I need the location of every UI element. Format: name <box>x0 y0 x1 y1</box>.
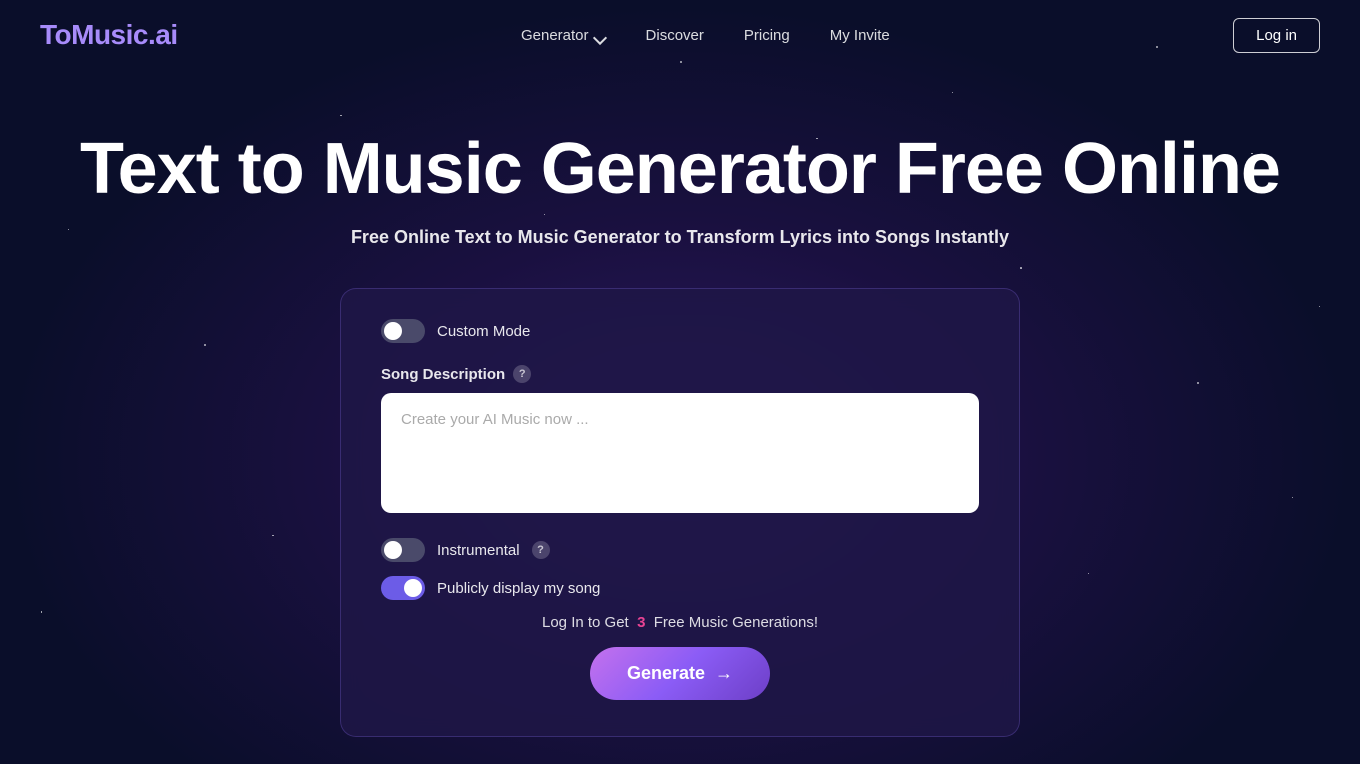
song-description-label-row: Song Description ? <box>381 365 979 383</box>
instrumental-label: Instrumental <box>437 542 520 559</box>
generator-card: Custom Mode Song Description ? Instrumen… <box>340 288 1020 737</box>
generate-button[interactable]: Generate → <box>590 647 770 700</box>
chevron-down-icon <box>594 32 606 39</box>
instrumental-help-icon[interactable]: ? <box>532 541 550 559</box>
custom-mode-toggle[interactable] <box>381 319 425 343</box>
instrumental-track <box>381 538 425 562</box>
public-display-label: Publicly display my song <box>437 580 600 597</box>
instrumental-row: Instrumental ? <box>381 538 979 562</box>
custom-mode-thumb <box>384 322 402 340</box>
public-display-toggle[interactable] <box>381 576 425 600</box>
nav-generator[interactable]: Generator <box>521 27 606 44</box>
instrumental-thumb <box>384 541 402 559</box>
navigation: ToMusic.ai Generator Discover Pricing My… <box>0 0 1360 70</box>
song-description-help-icon[interactable]: ? <box>513 365 531 383</box>
nav-discover[interactable]: Discover <box>646 27 704 44</box>
nav-links: Generator Discover Pricing My Invite <box>521 27 890 44</box>
login-prompt: Log In to Get 3 Free Music Generations! <box>381 614 979 631</box>
arrow-right-icon: → <box>715 663 733 684</box>
hero-subtitle: Free Online Text to Music Generator to T… <box>0 227 1360 248</box>
custom-mode-label: Custom Mode <box>437 323 530 340</box>
nav-pricing[interactable]: Pricing <box>744 27 790 44</box>
instrumental-toggle[interactable] <box>381 538 425 562</box>
public-display-thumb <box>404 579 422 597</box>
custom-mode-row: Custom Mode <box>381 319 979 343</box>
login-button[interactable]: Log in <box>1233 18 1320 53</box>
custom-mode-track <box>381 319 425 343</box>
public-display-track <box>381 576 425 600</box>
hero-section: Text to Music Generator Free Online Free… <box>0 70 1360 737</box>
hero-title: Text to Music Generator Free Online <box>0 130 1360 209</box>
song-description-input[interactable] <box>381 393 979 513</box>
public-display-row: Publicly display my song <box>381 576 979 600</box>
nav-my-invite[interactable]: My Invite <box>830 27 890 44</box>
site-logo[interactable]: ToMusic.ai <box>40 19 178 51</box>
